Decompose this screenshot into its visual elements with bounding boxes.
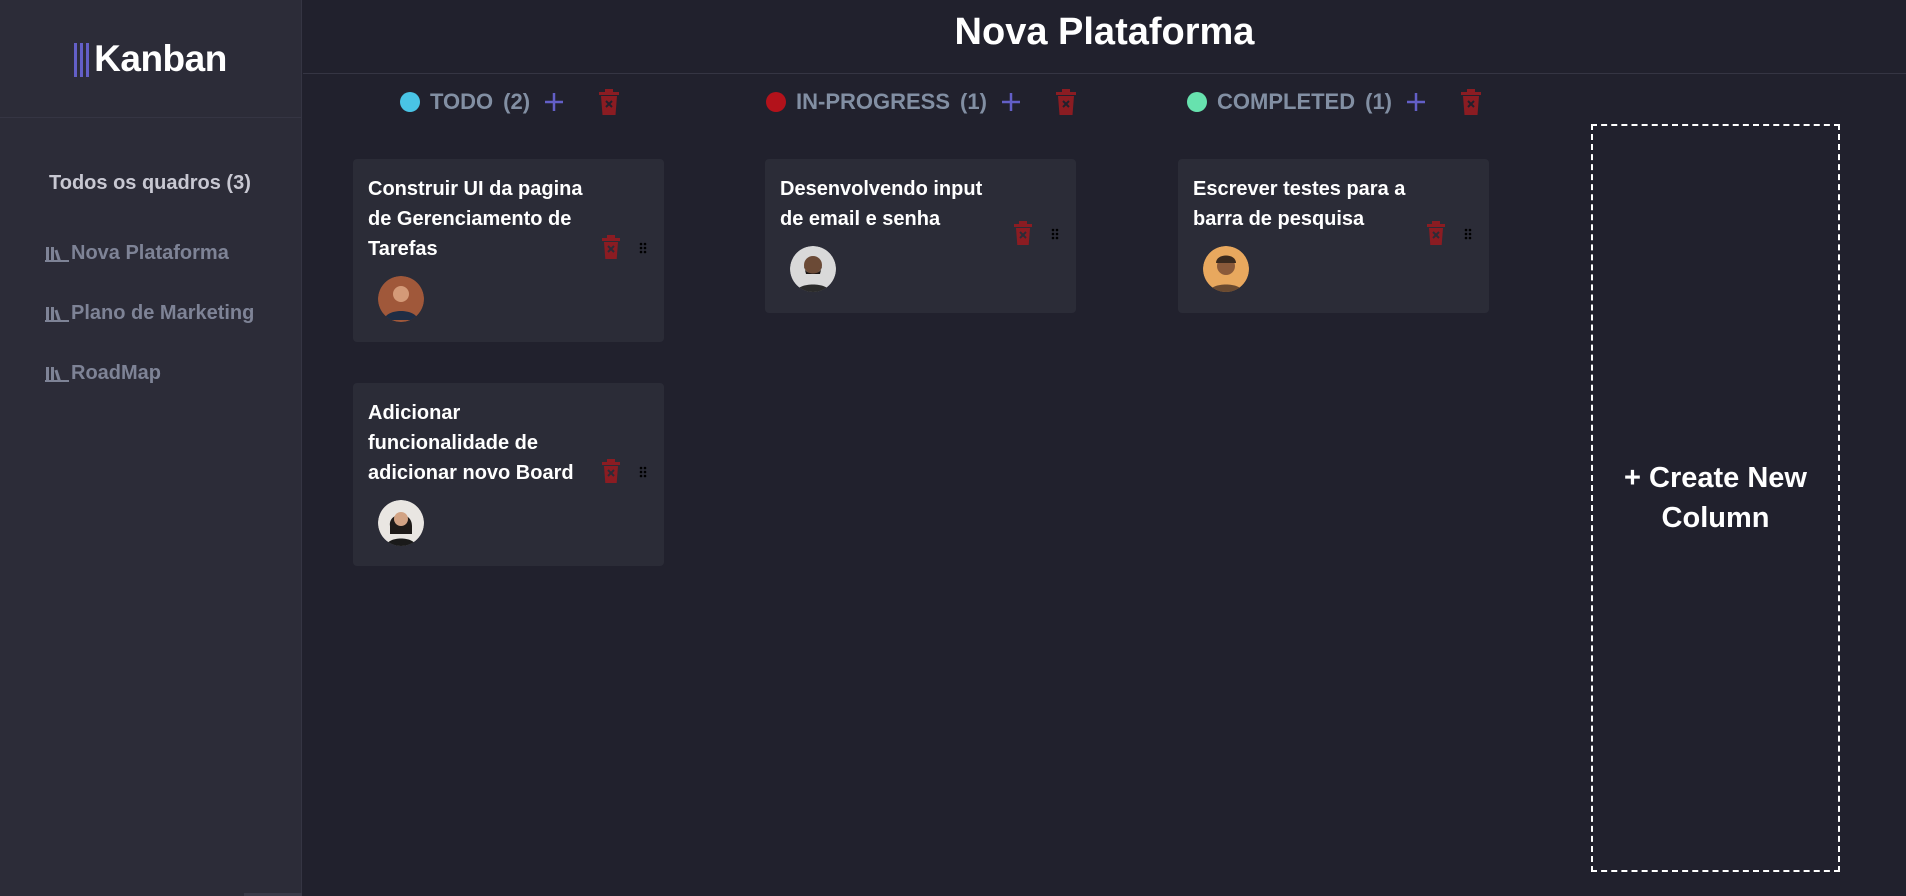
- sidebar-item-label: RoadMap: [71, 362, 161, 384]
- task-title: Desenvolvendo input de email e senha: [780, 178, 983, 230]
- delete-column-button[interactable]: [1460, 89, 1482, 115]
- sidebar-item-plano-de-marketing[interactable]: Plano de Marketing: [45, 302, 254, 325]
- delete-card-button[interactable]: [1013, 221, 1033, 245]
- delete-column-button[interactable]: [598, 89, 620, 115]
- sidebar-item-label: Nova Plataforma: [71, 242, 229, 264]
- drag-handle-icon[interactable]: [1051, 228, 1059, 240]
- header: Nova Plataforma: [303, 0, 1906, 74]
- column-count: (1): [1365, 89, 1393, 114]
- sidebar-item-roadmap[interactable]: RoadMap: [45, 362, 161, 385]
- board-library-icon: [45, 366, 69, 382]
- delete-card-button[interactable]: [601, 235, 621, 259]
- user-avatar: [378, 276, 424, 322]
- sidebar-item-label: Plano de Marketing: [71, 302, 255, 324]
- status-dot: [1187, 92, 1207, 112]
- create-new-column-button[interactable]: + Create New Column: [1591, 124, 1840, 872]
- task-title: Adicionar funcionalidade de adicionar no…: [368, 402, 574, 484]
- drag-handle-icon[interactable]: [1464, 228, 1472, 240]
- logo: Kanban: [0, 0, 301, 118]
- delete-column-button[interactable]: [1055, 89, 1077, 115]
- column-count: (1): [960, 89, 987, 114]
- task-card[interactable]: Desenvolvendo input de email e senha: [765, 159, 1076, 313]
- create-new-column-label: + Create New Column: [1624, 462, 1807, 534]
- status-dot: [400, 92, 420, 112]
- user-avatar: [790, 246, 836, 292]
- boards-count-label: Todos os quadros (3): [49, 172, 251, 194]
- drag-handle-icon[interactable]: [639, 466, 647, 478]
- user-avatar: [378, 500, 424, 546]
- column-header-todo: TODO (2): [400, 86, 620, 118]
- task-card[interactable]: Adicionar funcionalidade de adicionar no…: [353, 383, 664, 566]
- sidebar-item-nova-plataforma[interactable]: Nova Plataforma: [45, 242, 229, 265]
- add-card-button[interactable]: [999, 90, 1023, 114]
- column-name: IN-PROGRESS: [796, 89, 951, 114]
- task-title: Construir UI da pagina de Gerenciamento …: [368, 178, 583, 260]
- delete-card-button[interactable]: [1426, 221, 1446, 245]
- task-card[interactable]: Construir UI da pagina de Gerenciamento …: [353, 159, 664, 342]
- column-count: (2): [503, 89, 531, 114]
- delete-card-button[interactable]: [601, 459, 621, 483]
- task-card[interactable]: Escrever testes para a barra de pesquisa: [1178, 159, 1489, 313]
- add-card-button[interactable]: [1404, 90, 1428, 114]
- status-dot: [766, 92, 786, 112]
- board-library-icon: [45, 246, 69, 262]
- column-header-completed: COMPLETED (1): [1187, 86, 1482, 118]
- column-name: TODO: [430, 89, 494, 114]
- board-library-icon: [45, 306, 69, 322]
- column-header-in-progress: IN-PROGRESS (1): [766, 86, 1077, 118]
- page-title: Nova Plataforma: [954, 11, 1255, 53]
- sidebar: Kanban Todos os quadros (3) Nova Platafo…: [0, 0, 302, 896]
- logo-text: Kanban: [94, 37, 227, 79]
- add-card-button[interactable]: [542, 90, 566, 114]
- logo-bars-icon: [74, 42, 90, 77]
- column-name: COMPLETED: [1217, 89, 1356, 114]
- drag-handle-icon[interactable]: [639, 242, 647, 254]
- task-title: Escrever testes para a barra de pesquisa: [1193, 178, 1406, 230]
- user-avatar: [1203, 246, 1249, 292]
